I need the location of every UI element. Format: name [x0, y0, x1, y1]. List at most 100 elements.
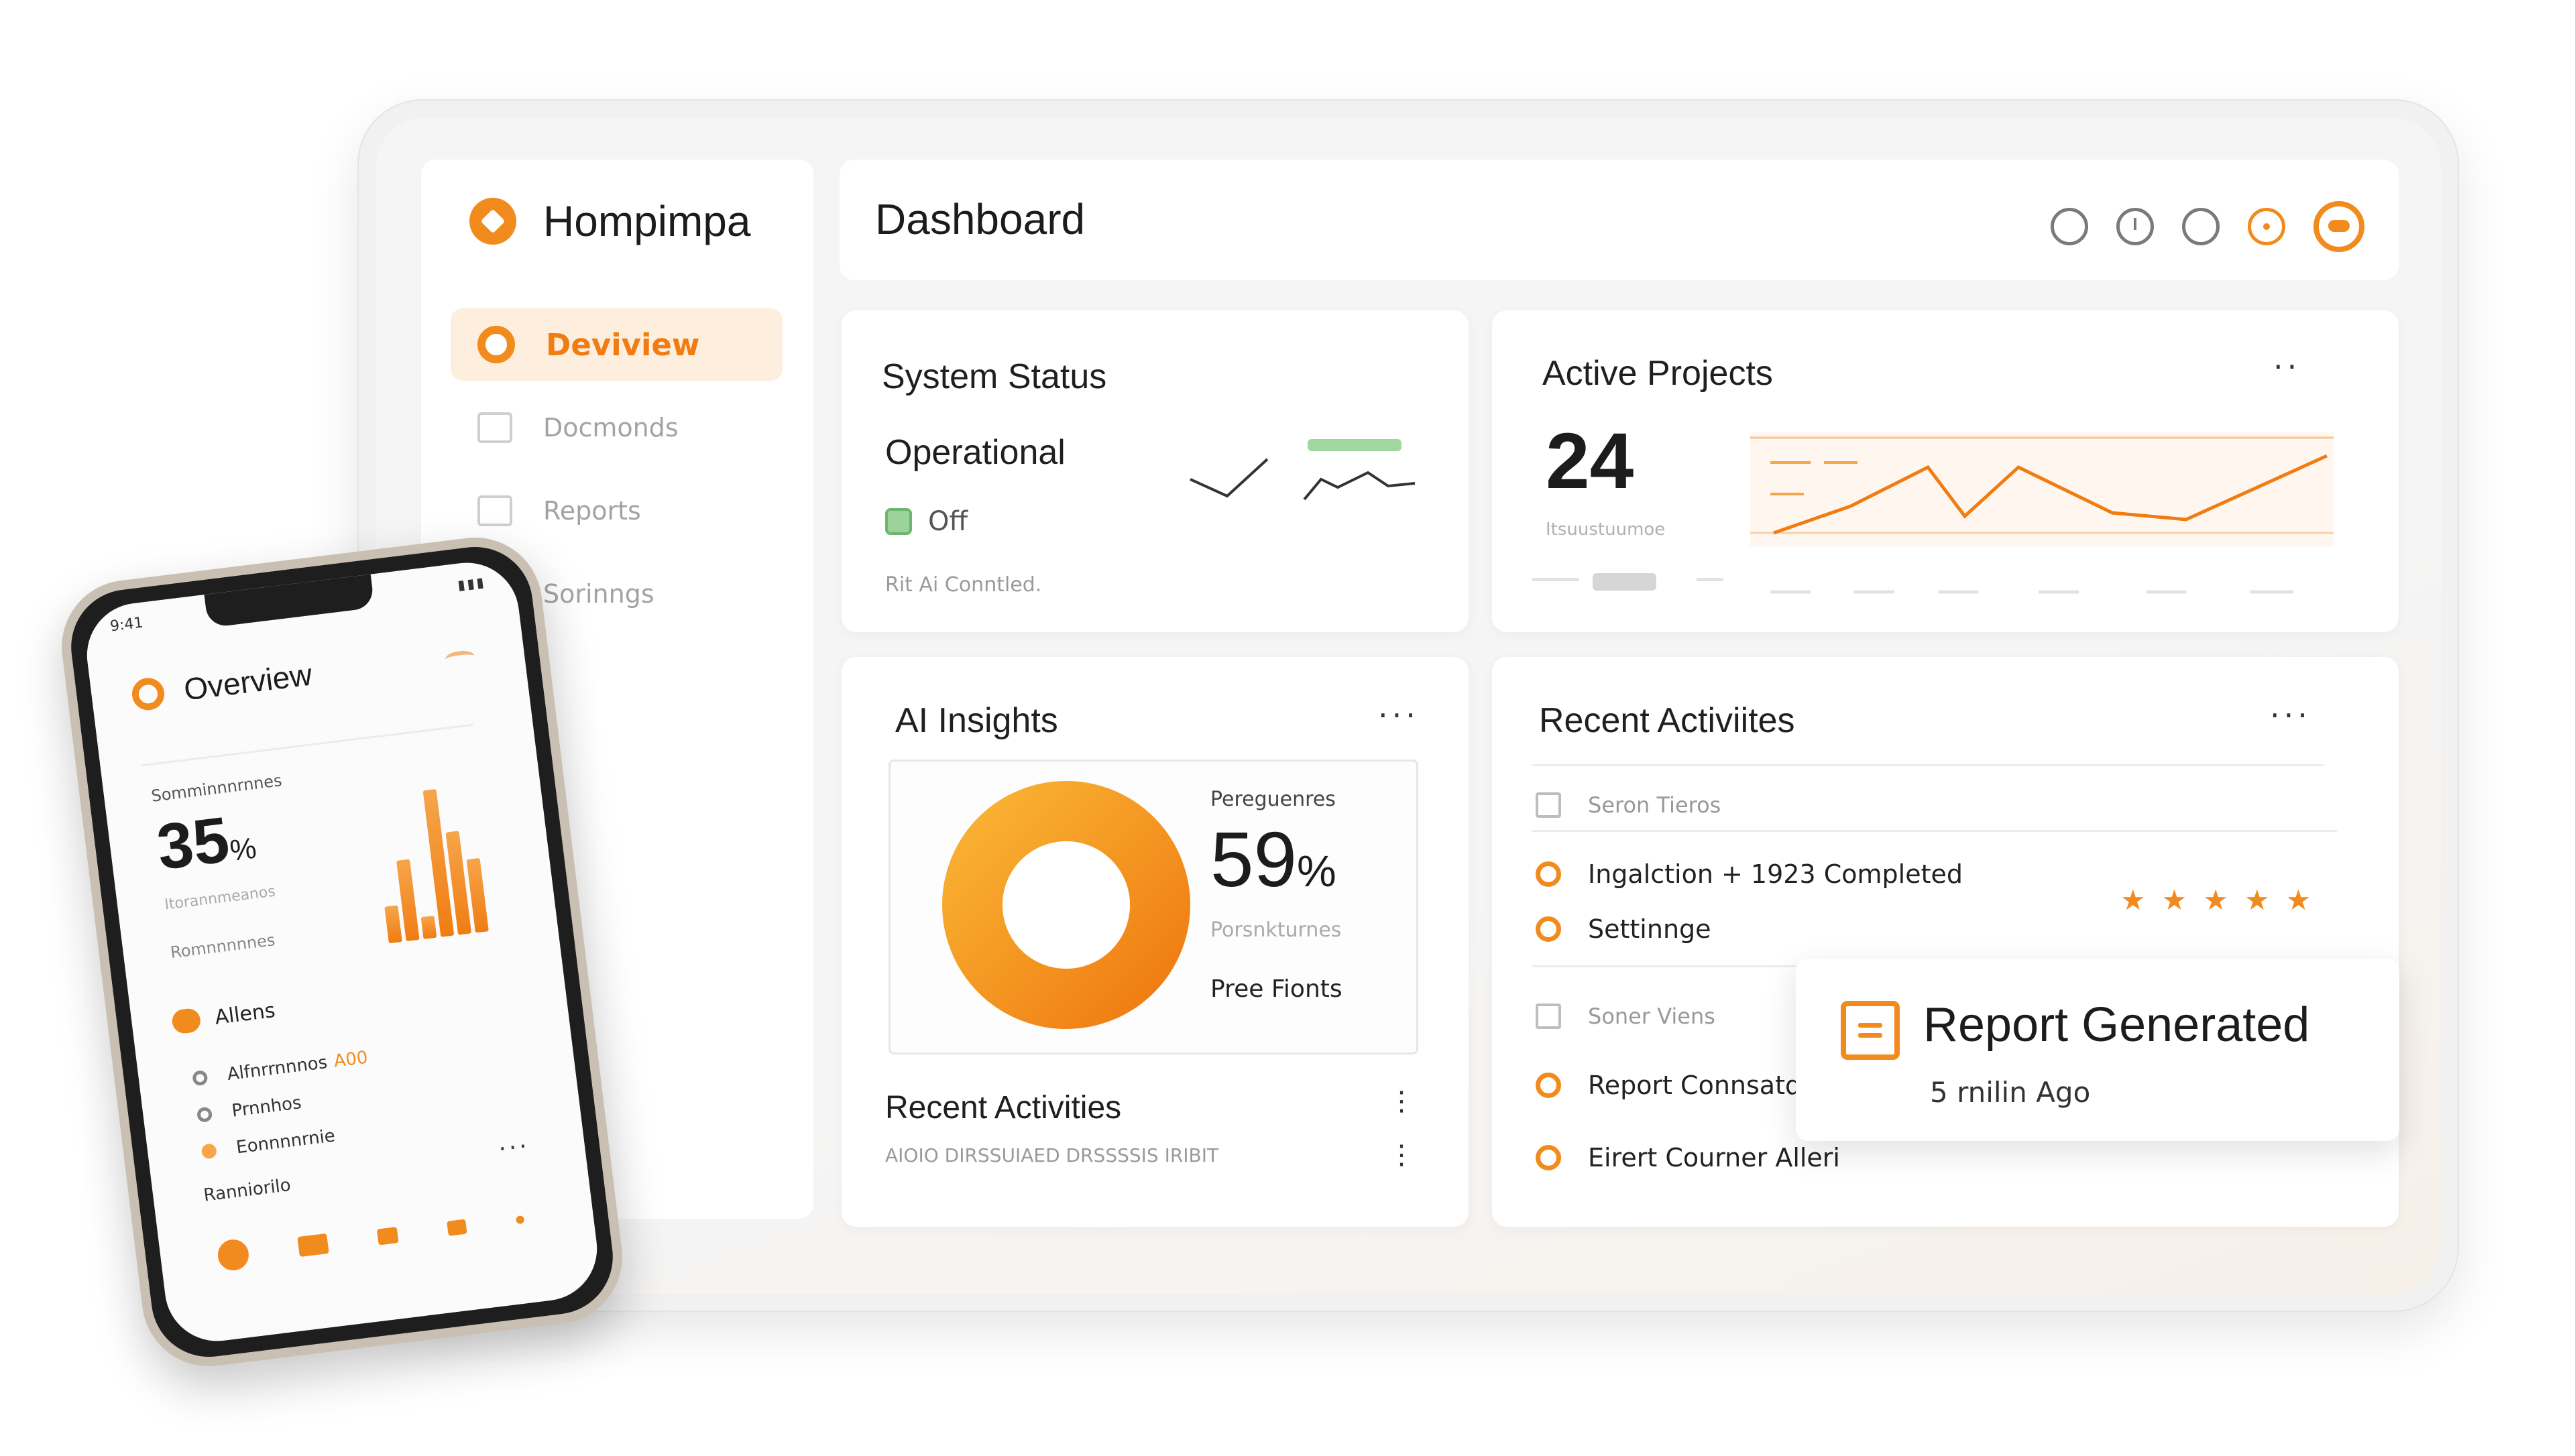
star-icon: ★ — [2120, 884, 2146, 916]
star-icon: ★ — [2244, 884, 2270, 916]
bar — [420, 915, 437, 940]
clock-icon[interactable] — [2116, 208, 2154, 245]
sidebar-item-overview[interactable]: Deviview — [451, 308, 783, 381]
list-item[interactable]: Ingalction + 1923 Completed — [1536, 859, 1963, 889]
avatar-icon[interactable] — [2313, 201, 2364, 252]
phone-header: Overview — [130, 656, 314, 714]
mini-bar — [1593, 573, 1656, 591]
donut-center — [1003, 841, 1130, 969]
brand-logo-icon — [469, 198, 516, 245]
brand[interactable]: Hompimpa — [469, 194, 750, 248]
document-icon — [1841, 1001, 1900, 1060]
list-item-label: Ingalction + 1923 Completed — [1588, 859, 1963, 889]
stat-value: 35% — [153, 800, 259, 885]
more-icon[interactable]: ··· — [497, 1132, 531, 1163]
sidebar-item-documents[interactable]: Docmonds — [451, 391, 783, 464]
vertical-more-icon[interactable]: ⋮ — [1388, 1140, 1419, 1170]
folder-icon[interactable] — [297, 1233, 329, 1258]
status-toggle[interactable]: Off — [885, 506, 968, 537]
alerts-row[interactable]: Allens — [170, 998, 277, 1035]
percent-label: Pereguenres — [1210, 788, 1336, 811]
phone-tab-bar — [216, 1204, 526, 1272]
list-item-label: Soner Viens — [1588, 1004, 1715, 1029]
list-item[interactable]: Eirert Courner Alleri — [1536, 1143, 1840, 1172]
stat-footer: Romnnnnnes — [169, 930, 276, 963]
header-icons — [2051, 201, 2364, 252]
star-icon: ★ — [2203, 884, 2228, 916]
circle-icon[interactable] — [2051, 208, 2088, 245]
list-item-tag: A00 — [333, 1047, 369, 1072]
chart-icon[interactable] — [376, 1227, 399, 1246]
toast-time: 5 rnilin Ago — [1930, 1076, 2091, 1109]
more-icon[interactable]: ··· — [1378, 697, 1420, 733]
list-item[interactable]: Prnnhos — [196, 1093, 302, 1126]
vertical-more-icon[interactable]: ⋮ — [1388, 1086, 1419, 1117]
stat-unit: % — [228, 831, 259, 868]
more-icon[interactable]: ··· — [2270, 697, 2311, 733]
alert-icon — [170, 1007, 202, 1035]
percent-unit: % — [1297, 846, 1336, 896]
list-item-label: Seron Tieros — [1588, 792, 1721, 818]
sidebar-item-label: Reports — [543, 496, 641, 526]
document-icon — [477, 412, 512, 443]
list-item-label: Alfnrrnnnos — [226, 1052, 329, 1085]
phone-title: Overview — [182, 656, 314, 707]
list-item[interactable]: Settinnge — [1536, 914, 1711, 944]
phone-screen: 9:41 ▮▮▮ Overview Somminnnrnnes 35% Itor… — [80, 556, 604, 1347]
sidebar-item-reports[interactable]: Reports — [451, 475, 783, 547]
phone-device: 9:41 ▮▮▮ Overview Somminnnrnnes 35% Itor… — [54, 530, 630, 1374]
bell-icon[interactable] — [447, 1219, 467, 1236]
rating-stars: ★ ★ ★ ★ ★ — [2120, 884, 2327, 916]
phone-notch — [204, 574, 375, 628]
bar — [384, 905, 402, 944]
divider — [1697, 578, 1723, 581]
home-icon[interactable] — [216, 1237, 251, 1272]
recent-activities-subtitle: Recent Activities — [885, 1090, 1122, 1126]
page-title: Dashboard — [875, 195, 1086, 243]
sidebar-item-label: Docmonds — [543, 413, 679, 442]
status-footer: Rit Ai Conntled. — [885, 573, 1042, 597]
divider — [1532, 578, 1579, 581]
toggle-label: Off — [928, 506, 968, 537]
list-icon — [1536, 1004, 1561, 1029]
projects-line-chart — [1750, 432, 2334, 594]
list-item[interactable]: Eonnnnrnie — [201, 1126, 336, 1162]
system-status-title: System Status — [882, 357, 1107, 396]
bullet-icon — [192, 1069, 209, 1087]
bullet-icon — [1536, 916, 1561, 942]
list-item-label: Report Connsatd — [1588, 1071, 1802, 1100]
sidebar-item-label: Deviview — [546, 326, 700, 363]
dot-icon[interactable] — [515, 1215, 525, 1225]
toast-title: Report Generated — [1923, 998, 2310, 1052]
active-projects-count: 24 — [1546, 417, 1634, 505]
ai-insights-title: AI Insights — [895, 701, 1058, 740]
divider — [140, 723, 474, 767]
alerts-label: Allens — [213, 998, 277, 1030]
overview-icon — [477, 326, 515, 363]
recent-activities-footer: AIOIO DIRSSUIAED DRSSSSIS IRIBIT — [885, 1144, 1219, 1166]
active-projects-title: Active Projects — [1542, 354, 1773, 393]
star-icon: ★ — [2161, 884, 2187, 916]
brand-name: Hompimpa — [543, 197, 751, 245]
circle-icon[interactable] — [2182, 208, 2220, 245]
stat-label: Somminnnrnnes — [150, 771, 283, 806]
list-item[interactable]: Report Connsatd — [1536, 1071, 1801, 1100]
sidebar-item-label: Sorinngs — [543, 579, 654, 609]
active-projects-subtitle: Itsuustuumoe — [1546, 520, 1666, 540]
list-item: Seron Tieros — [1536, 792, 1721, 818]
percent-value: 59% — [1210, 814, 1336, 904]
more-icon[interactable]: ·· — [2273, 349, 2301, 385]
recent-activities-title: Recent Activiites — [1539, 701, 1795, 740]
bullet-icon — [201, 1143, 218, 1160]
progress-donut — [942, 781, 1190, 1029]
bullet-icon — [196, 1106, 213, 1124]
list-item[interactable]: Alfnrrnnnos A00 — [192, 1048, 369, 1089]
divider — [1532, 764, 2324, 766]
report-icon — [477, 495, 512, 526]
stat-subtitle: Itorannmeanos — [164, 883, 277, 914]
refresh-icon[interactable] — [444, 649, 475, 666]
list-item-label: Settinnge — [1588, 914, 1711, 944]
notification-icon[interactable] — [2248, 208, 2285, 245]
logo-icon — [130, 676, 166, 713]
divider — [1532, 830, 2337, 832]
